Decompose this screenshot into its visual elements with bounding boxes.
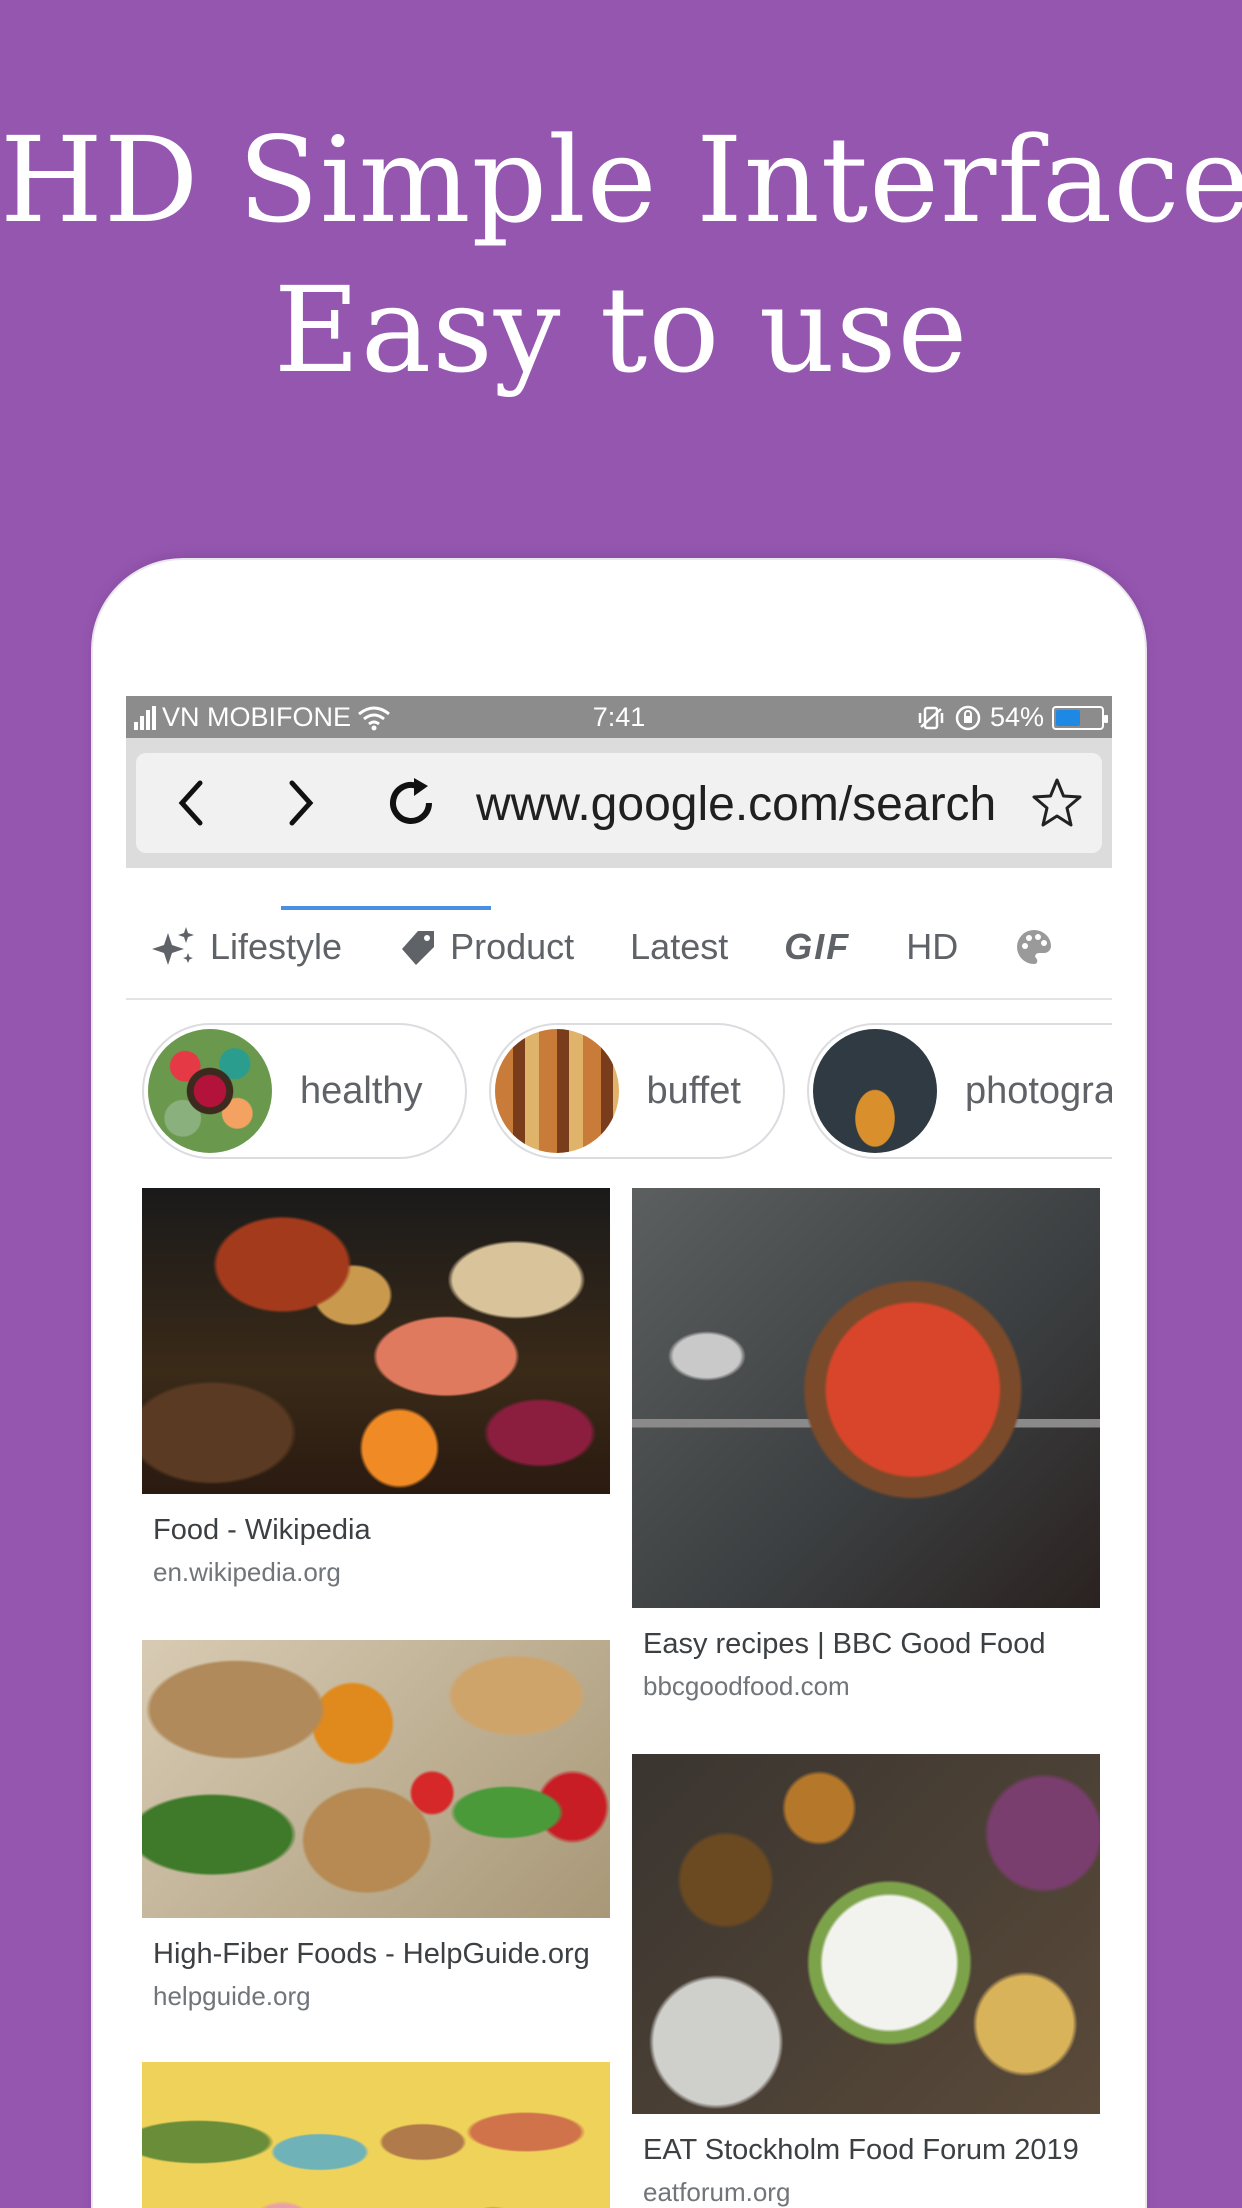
vibrate-icon bbox=[918, 706, 944, 729]
result-title[interactable]: Food - Wikipedia bbox=[153, 1514, 608, 1547]
tab-lifestyle[interactable]: Lifestyle bbox=[150, 923, 342, 971]
tag-icon bbox=[402, 931, 435, 965]
chip-thumbnail bbox=[812, 1029, 937, 1153]
chip-healthy[interactable]: healthy bbox=[142, 1023, 467, 1159]
chip-buffet[interactable]: buffet bbox=[488, 1023, 785, 1159]
chip-thumbnail bbox=[148, 1029, 272, 1153]
category-tabs: Lifestyle Product Latest GIF HD bbox=[126, 896, 1112, 1000]
tab-hd[interactable]: HD bbox=[906, 926, 958, 968]
tab-product[interactable]: Product bbox=[398, 926, 574, 968]
palette-icon bbox=[1017, 930, 1052, 964]
tab-label: GIF bbox=[784, 926, 851, 967]
status-bar: VN MOBIFONE 7:41 54% bbox=[126, 696, 1112, 738]
chevron-right-icon bbox=[289, 780, 314, 826]
result-title[interactable]: EAT Stockholm Food Forum 2019 bbox=[643, 2134, 1098, 2167]
battery-percent: 54% bbox=[989, 702, 1044, 732]
result-title[interactable]: High-Fiber Foods - HelpGuide.org bbox=[153, 1938, 608, 1971]
tab-color[interactable] bbox=[1014, 927, 1054, 967]
sparkle-icon bbox=[152, 927, 194, 965]
browser-toolbar: www.google.com/search bbox=[126, 738, 1112, 910]
tab-label: Latest bbox=[630, 926, 729, 967]
phone-screen: VN MOBIFONE 7:41 54% www.google.com/sear… bbox=[126, 696, 1112, 2208]
tab-gif[interactable]: GIF bbox=[784, 926, 850, 968]
reload-icon bbox=[390, 778, 432, 824]
result-image[interactable] bbox=[142, 2062, 610, 2208]
forward-button[interactable] bbox=[246, 753, 356, 853]
chip-photography[interactable]: photography bbox=[806, 1023, 1112, 1159]
chevron-left-icon bbox=[178, 780, 203, 826]
result-image[interactable] bbox=[142, 1640, 610, 1918]
rotation-lock-icon bbox=[955, 705, 981, 730]
result-card[interactable]: Food - Wikipedia en.wikipedia.org bbox=[142, 1188, 610, 1588]
reload-button[interactable] bbox=[356, 753, 466, 853]
result-image[interactable] bbox=[142, 1188, 610, 1494]
chip-label: healthy bbox=[300, 1069, 423, 1112]
tab-latest[interactable]: Latest bbox=[630, 926, 728, 968]
result-title[interactable]: Easy recipes | BBC Good Food bbox=[643, 1628, 1098, 1661]
result-domain: helpguide.org bbox=[153, 1981, 311, 2011]
chip-label: buffet bbox=[646, 1069, 741, 1112]
result-image[interactable] bbox=[632, 1188, 1100, 1608]
result-card[interactable] bbox=[142, 2062, 610, 2208]
headline-line-1: HD Simple Interface bbox=[0, 111, 1242, 249]
back-button[interactable] bbox=[136, 753, 246, 853]
result-domain: en.wikipedia.org bbox=[153, 1557, 341, 1587]
chip-label: photography bbox=[964, 1069, 1112, 1112]
result-domain: bbcgoodfood.com bbox=[643, 1671, 850, 1701]
headline-line-2: Easy to use bbox=[273, 261, 969, 399]
tab-label: Product bbox=[450, 926, 575, 967]
headline: HD Simple Interface Easy to use bbox=[0, 105, 1242, 405]
bookmark-button[interactable] bbox=[1012, 753, 1102, 853]
star-icon bbox=[1032, 778, 1082, 827]
result-domain: eatforum.org bbox=[643, 2177, 791, 2207]
chip-thumbnail bbox=[494, 1029, 619, 1153]
battery-icon bbox=[1052, 705, 1108, 730]
suggestion-chips: healthy buffet photography bbox=[126, 1023, 1112, 1163]
url-field[interactable]: www.google.com/search bbox=[476, 775, 1016, 835]
tab-label: HD bbox=[906, 926, 959, 967]
result-card[interactable]: Easy recipes | BBC Good Food bbcgoodfood… bbox=[632, 1188, 1100, 1702]
result-card[interactable]: High-Fiber Foods - HelpGuide.org helpgui… bbox=[142, 1640, 610, 2012]
result-image[interactable] bbox=[632, 1754, 1100, 2114]
result-card[interactable]: EAT Stockholm Food Forum 2019 eatforum.o… bbox=[632, 1754, 1100, 2208]
tab-label: Lifestyle bbox=[210, 926, 343, 967]
